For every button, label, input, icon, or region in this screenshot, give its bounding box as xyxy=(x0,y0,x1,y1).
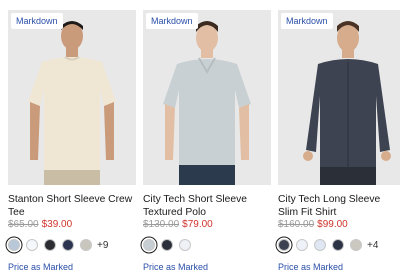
price: $65.00 $39.00 xyxy=(8,219,72,230)
markdown-badge: Markdown xyxy=(11,13,63,29)
color-swatch[interactable] xyxy=(143,239,155,251)
color-swatch[interactable] xyxy=(62,239,74,251)
price-as-marked-link[interactable]: Price as Marked xyxy=(278,262,343,272)
markdown-badge: Markdown xyxy=(146,13,198,29)
color-swatch[interactable] xyxy=(350,239,362,251)
product-image[interactable]: Markdown xyxy=(8,10,136,185)
product-image[interactable]: Markdown xyxy=(278,10,400,185)
color-swatch[interactable] xyxy=(179,239,191,251)
more-colors-count[interactable]: +9 xyxy=(97,240,108,251)
product-card[interactable]: Markdown City Tech Short Sleeve Textured… xyxy=(143,0,271,272)
color-swatches: +4 xyxy=(278,238,378,252)
color-swatch[interactable] xyxy=(8,239,20,251)
original-price: $160.00 xyxy=(278,219,315,230)
product-card[interactable]: Markdown Stanton Short Sleeve Crew Tee $… xyxy=(8,0,136,272)
product-card[interactable]: Markdown City Tech Long Sleeve Slim Fit … xyxy=(278,0,400,272)
price: $160.00 $99.00 xyxy=(278,219,348,230)
color-swatch[interactable] xyxy=(332,239,344,251)
model-photo xyxy=(143,10,271,185)
product-title[interactable]: City Tech Short Sleeve Textured Polo xyxy=(143,193,278,219)
price-as-marked-link[interactable]: Price as Marked xyxy=(143,262,208,272)
model-photo xyxy=(278,10,400,185)
color-swatch[interactable] xyxy=(161,239,173,251)
color-swatch[interactable] xyxy=(26,239,38,251)
color-swatch[interactable] xyxy=(296,239,308,251)
original-price: $65.00 xyxy=(8,219,39,230)
sale-price: $79.00 xyxy=(182,219,213,230)
more-colors-count[interactable]: +4 xyxy=(367,240,378,251)
sale-price: $99.00 xyxy=(317,219,348,230)
original-price: $130.00 xyxy=(143,219,180,230)
color-swatch[interactable] xyxy=(44,239,56,251)
product-title[interactable]: Stanton Short Sleeve Crew Tee xyxy=(8,193,143,219)
price: $130.00 $79.00 xyxy=(143,219,213,230)
color-swatch[interactable] xyxy=(278,239,290,251)
product-grid: Markdown Stanton Short Sleeve Crew Tee $… xyxy=(0,0,400,272)
color-swatches xyxy=(143,238,197,252)
markdown-badge: Markdown xyxy=(281,13,333,29)
product-title[interactable]: City Tech Long Sleeve Slim Fit Shirt xyxy=(278,193,400,219)
color-swatch[interactable] xyxy=(80,239,92,251)
price-as-marked-link[interactable]: Price as Marked xyxy=(8,262,73,272)
color-swatch[interactable] xyxy=(314,239,326,251)
sale-price: $39.00 xyxy=(41,219,73,230)
model-photo xyxy=(8,10,136,185)
product-image[interactable]: Markdown xyxy=(143,10,271,185)
color-swatches: +9 xyxy=(8,238,108,252)
